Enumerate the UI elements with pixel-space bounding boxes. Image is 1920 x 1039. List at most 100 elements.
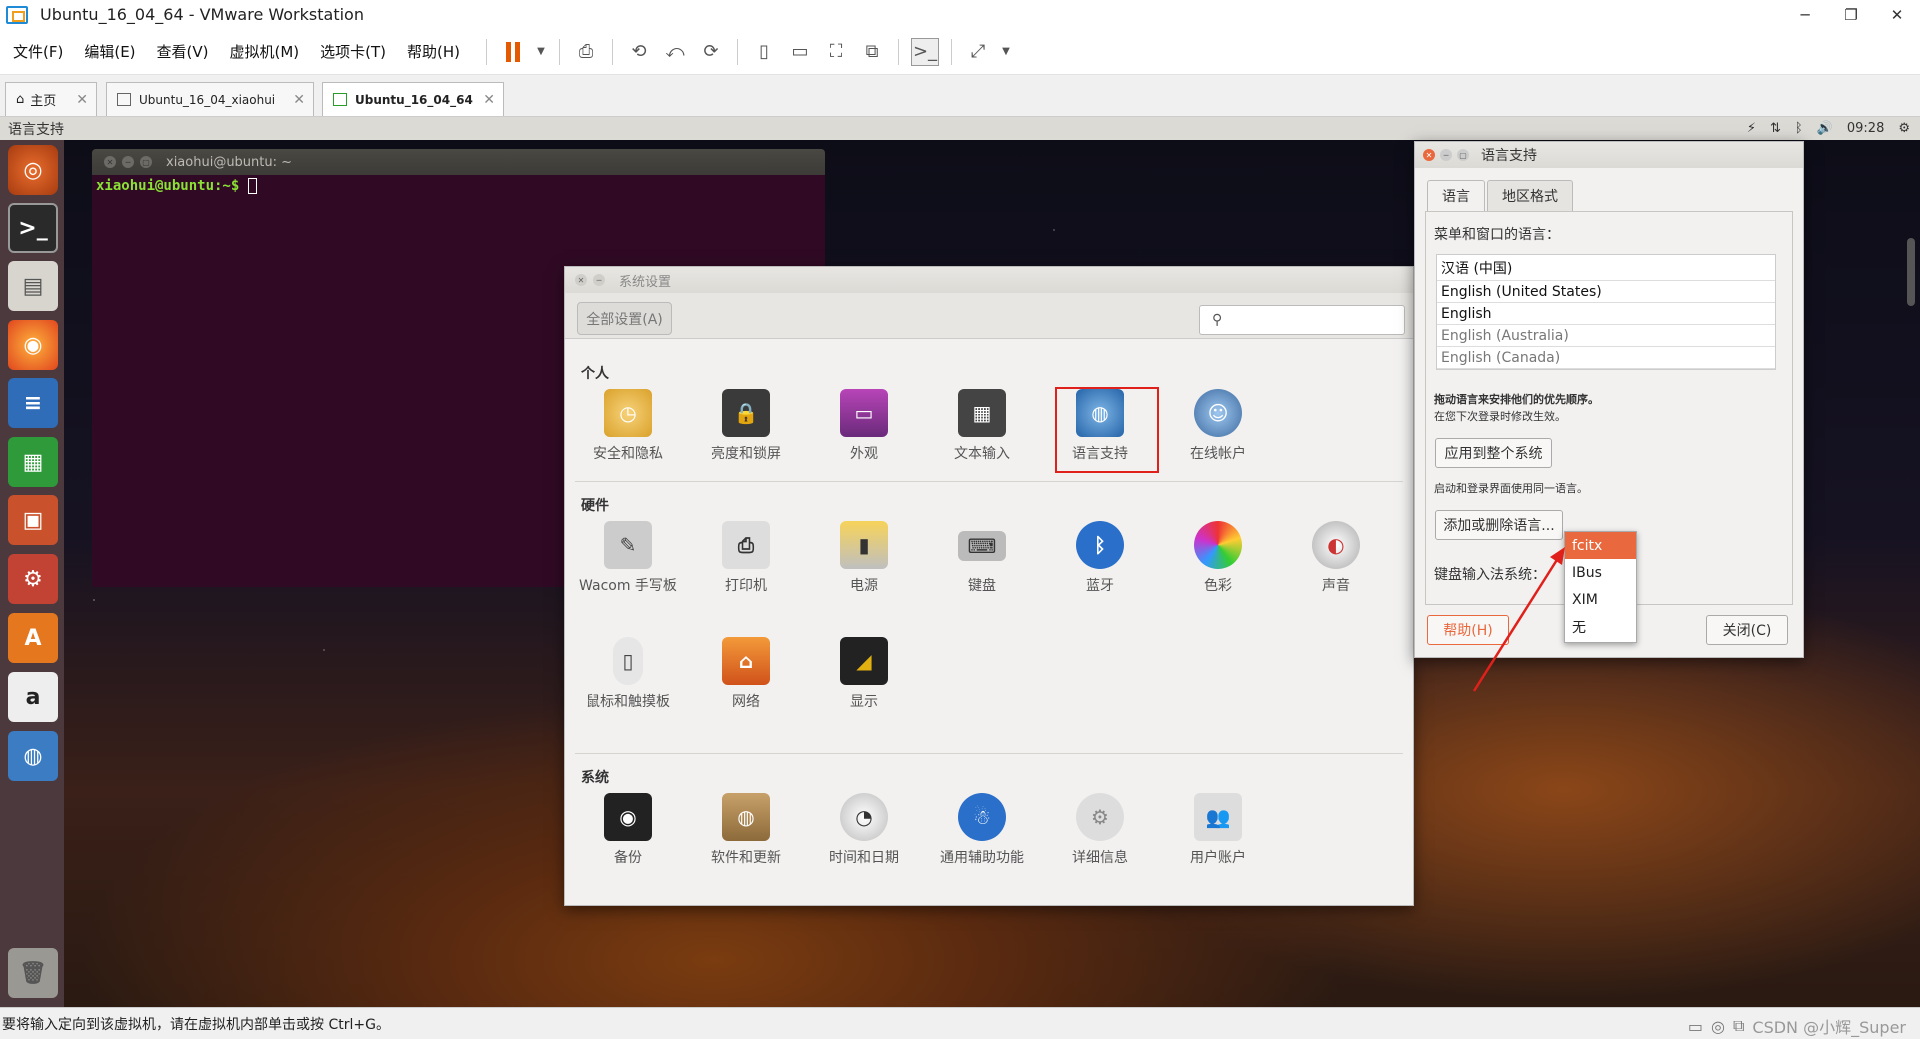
volume-icon[interactable]: 🔊 <box>1817 121 1833 136</box>
language-item[interactable]: English (Australia) <box>1437 325 1775 347</box>
close-button[interactable]: ✕ <box>1874 0 1920 29</box>
language-item[interactable]: 汉语 (中国) <box>1437 255 1775 281</box>
settings-search-input[interactable]: ⚲ <box>1199 305 1405 335</box>
system-settings-icon[interactable]: ⚙ <box>8 554 58 604</box>
item-label: 网络 <box>732 694 760 710</box>
item-keyboard[interactable]: ⌨ 键盘 <box>927 521 1037 595</box>
item-backup[interactable]: ◉ 备份 <box>573 793 683 867</box>
pause-icon[interactable] <box>499 38 527 66</box>
item-display[interactable]: ◢ 显示 <box>809 637 919 711</box>
item-details[interactable]: ⚙ 详细信息 <box>1045 793 1155 867</box>
close-icon[interactable]: ✕ <box>104 156 116 168</box>
item-accessibility[interactable]: ☃ 通用辅助功能 <box>927 793 1037 867</box>
trash-icon[interactable]: 🗑 <box>8 948 58 998</box>
item-power[interactable]: ▮ 电源 <box>809 521 919 595</box>
bluetooth-icon: ᛒ <box>1076 521 1124 569</box>
item-security-privacy[interactable]: ◷ 安全和隐私 <box>573 389 683 463</box>
revert-snapshot-icon[interactable]: ⤺ <box>661 38 689 66</box>
dash-home-icon[interactable]: ◎ <box>8 145 58 195</box>
files-icon[interactable]: ▤ <box>8 261 58 311</box>
language-item[interactable]: English (United States) <box>1437 281 1775 303</box>
network-icon[interactable]: ⇅ <box>1770 121 1781 136</box>
sidebar-toggle-icon[interactable]: ▯ <box>750 38 778 66</box>
add-remove-languages-button[interactable]: 添加或删除语言... <box>1435 510 1563 540</box>
menu-view[interactable]: 查看(V) <box>144 41 217 62</box>
item-bluetooth[interactable]: ᛒ 蓝牙 <box>1045 521 1155 595</box>
stretch-icon[interactable]: ⤢ <box>964 38 992 66</box>
input-method-icon[interactable]: ⚡ <box>1747 121 1756 136</box>
item-user-accounts[interactable]: 👥 用户账户 <box>1163 793 1273 867</box>
tab-vm-xiaohui[interactable]: Ubuntu_16_04_xiaohui ✕ <box>106 82 314 116</box>
impress-icon[interactable]: ▣ <box>8 495 58 545</box>
terminal-prompt-line[interactable]: xiaohui@ubuntu:~$ <box>92 175 825 197</box>
bluetooth-icon[interactable]: ᛒ <box>1795 121 1803 136</box>
close-tab-icon[interactable]: ✕ <box>293 92 305 108</box>
item-wacom[interactable]: ✎ Wacom 手写板 <box>573 521 683 595</box>
maximize-icon[interactable]: ▢ <box>140 156 152 168</box>
language-support-launcher-icon[interactable]: ◍ <box>8 731 58 781</box>
wacom-pen-icon: ✎ <box>604 521 652 569</box>
close-tab-icon[interactable]: ✕ <box>76 92 88 108</box>
console-icon[interactable]: >_ <box>911 37 940 66</box>
language-item[interactable]: English <box>1437 303 1775 325</box>
item-mouse-touchpad[interactable]: ▯ 鼠标和触摸板 <box>573 637 683 711</box>
menu-edit[interactable]: 编辑(E) <box>71 41 143 62</box>
software-center-icon[interactable]: A <box>8 613 58 663</box>
cd-icon[interactable]: ◎ <box>1711 1017 1725 1036</box>
menu-vm[interactable]: 虚拟机(M) <box>217 41 308 62</box>
item-printer[interactable]: ⎙ 打印机 <box>691 521 801 595</box>
writer-icon[interactable]: ≡ <box>8 378 58 428</box>
tab-vm-64[interactable]: Ubuntu_16_04_64 ✕ <box>322 82 504 116</box>
tab-regional-formats[interactable]: 地区格式 <box>1487 180 1573 211</box>
minimize-icon[interactable]: ─ <box>122 156 134 168</box>
terminal-icon[interactable]: >_ <box>8 203 58 253</box>
all-settings-button[interactable]: 全部设置(A) <box>577 302 672 335</box>
maximize-icon[interactable]: ▢ <box>1457 149 1469 161</box>
battery-icon: ▮ <box>840 521 888 569</box>
fullscreen-icon[interactable]: ⛶ <box>822 38 850 66</box>
item-software-updates[interactable]: ◍ 软件和更新 <box>691 793 801 867</box>
thumbnail-icon[interactable]: ▭ <box>786 38 814 66</box>
send-keys-icon[interactable]: ⎙ <box>572 38 600 66</box>
item-online-accounts[interactable]: ☺ 在线帐户 <box>1163 389 1273 463</box>
close-dialog-button[interactable]: 关闭(C) <box>1706 615 1788 645</box>
gear-icon[interactable]: ⚙ <box>1898 121 1910 136</box>
item-time-date[interactable]: ◔ 时间和日期 <box>809 793 919 867</box>
apply-system-wide-button[interactable]: 应用到整个系统 <box>1435 438 1552 468</box>
calc-icon[interactable]: ▦ <box>8 437 58 487</box>
minimize-icon[interactable]: ─ <box>1440 149 1452 161</box>
close-tab-icon[interactable]: ✕ <box>483 92 495 108</box>
terminal-titlebar: ✕ ─ ▢ xiaohui@ubuntu: ~ <box>92 149 825 175</box>
snapshot-manager-icon[interactable]: ⟳ <box>697 38 725 66</box>
hdd-icon[interactable]: ▭ <box>1688 1017 1703 1036</box>
dropdown-icon[interactable]: ▼ <box>535 38 547 66</box>
menu-help[interactable]: 帮助(H) <box>394 41 468 62</box>
firefox-icon[interactable]: ◉ <box>8 320 58 370</box>
menu-tabs[interactable]: 选项卡(T) <box>307 41 394 62</box>
item-brightness-lock[interactable]: 🔒 亮度和锁屏 <box>691 389 801 463</box>
item-network[interactable]: ⌂ 网络 <box>691 637 801 711</box>
minimize-button[interactable]: ─ <box>1782 0 1828 29</box>
language-item[interactable]: English (Canada) <box>1437 347 1775 369</box>
item-color[interactable]: 色彩 <box>1163 521 1273 595</box>
close-icon[interactable]: ✕ <box>575 274 587 286</box>
item-text-entry[interactable]: ▦ 文本输入 <box>927 389 1037 463</box>
clock[interactable]: 09:28 <box>1847 121 1884 136</box>
stretch-dropdown-icon[interactable]: ▼ <box>1000 38 1012 66</box>
maximize-button[interactable]: ❐ <box>1828 0 1874 29</box>
tab-home[interactable]: ⌂ 主页 ✕ <box>5 82 97 116</box>
status-text: 要将输入定向到该虚拟机，请在虚拟机内部单击或按 Ctrl+G。 <box>2 1016 390 1033</box>
item-sound[interactable]: ◐ 声音 <box>1281 521 1391 595</box>
close-icon[interactable]: ✕ <box>1423 149 1435 161</box>
vm-scrollbar[interactable] <box>1907 238 1915 306</box>
menu-file[interactable]: 文件(F) <box>0 41 71 62</box>
item-appearance[interactable]: ▭ 外观 <box>809 389 919 463</box>
tab-language[interactable]: 语言 <box>1427 180 1485 211</box>
snapshot-icon[interactable]: ⟲ <box>625 38 653 66</box>
text-entry-icon: ▦ <box>958 389 1006 437</box>
minimize-icon[interactable]: ─ <box>593 274 605 286</box>
network-adapter-icon[interactable]: ⧉ <box>1733 1016 1744 1036</box>
amazon-icon[interactable]: a <box>8 672 58 722</box>
security-icon: ◷ <box>604 389 652 437</box>
unity-icon[interactable]: ⧉ <box>858 38 886 66</box>
